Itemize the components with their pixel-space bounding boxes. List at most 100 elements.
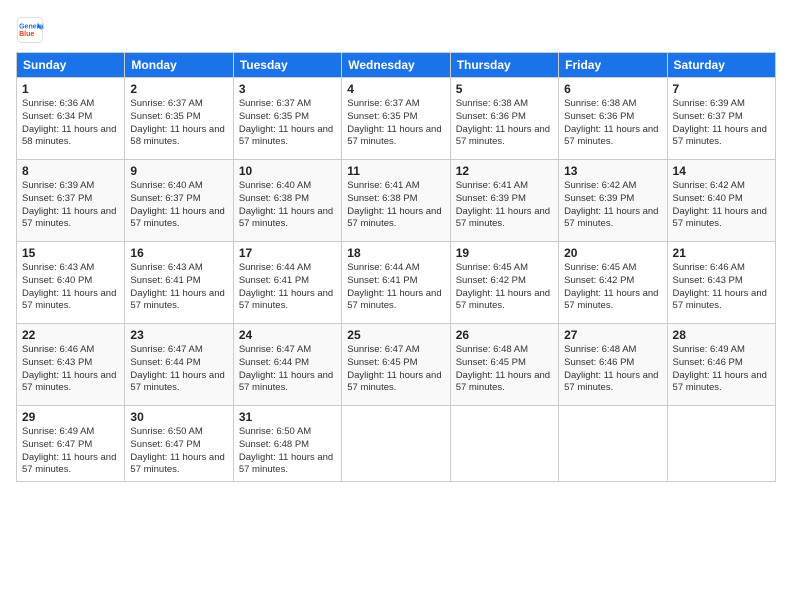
day-number: 25 <box>347 328 444 342</box>
day-detail: Sunrise: 6:38 AMSunset: 6:36 PMDaylight:… <box>456 98 553 149</box>
calendar-cell: 11Sunrise: 6:41 AMSunset: 6:38 PMDayligh… <box>342 160 450 242</box>
calendar-cell: 12 Sunrise: 6:41 AMSunset: 6:39 PMDayligh… <box>450 160 558 242</box>
calendar-cell: 20 Sunrise: 6:45 AMSunset: 6:42 PMDayligh… <box>559 242 667 324</box>
calendar-cell: 26 Sunrise: 6:48 AMSunset: 6:45 PMDayligh… <box>450 324 558 406</box>
day-number: 30 <box>130 410 227 424</box>
day-detail: Sunrise: 6:40 AMSunset: 6:38 PMDaylight:… <box>239 180 336 231</box>
day-number: 23 <box>130 328 227 342</box>
day-number: 24 <box>239 328 336 342</box>
day-number: 20 <box>564 246 661 260</box>
calendar-cell <box>450 406 558 482</box>
week-row: 29Sunrise: 6:49 AMSunset: 6:47 PMDayligh… <box>17 406 776 482</box>
day-detail: Sunrise: 6:37 AMSunset: 6:35 PMDaylight:… <box>239 98 336 149</box>
day-number: 8 <box>22 164 119 178</box>
day-detail: Sunrise: 6:47 AMSunset: 6:44 PMDaylight:… <box>239 344 336 395</box>
day-number: 12 <box>456 164 553 178</box>
day-detail: Sunrise: 6:43 AMSunset: 6:41 PMDaylight:… <box>130 262 227 313</box>
calendar-cell: 1 Sunrise: 6:36 AMSunset: 6:34 PMDaylight… <box>17 78 125 160</box>
day-detail: Sunrise: 6:42 AMSunset: 6:40 PMDaylight:… <box>673 180 770 231</box>
day-detail: Sunrise: 6:44 AMSunset: 6:41 PMDaylight:… <box>347 262 444 313</box>
day-detail: Sunrise: 6:41 AMSunset: 6:39 PMDaylight:… <box>456 180 553 231</box>
day-detail: Sunrise: 6:48 AMSunset: 6:46 PMDaylight:… <box>564 344 661 395</box>
day-detail: Sunrise: 6:47 AMSunset: 6:44 PMDaylight:… <box>130 344 227 395</box>
calendar-cell: 23 Sunrise: 6:47 AMSunset: 6:44 PMDayligh… <box>125 324 233 406</box>
calendar-cell: 8 Sunrise: 6:39 AMSunset: 6:37 PMDaylight… <box>17 160 125 242</box>
calendar-cell: 14 Sunrise: 6:42 AMSunset: 6:40 PMDayligh… <box>667 160 775 242</box>
day-number: 28 <box>673 328 770 342</box>
day-detail: Sunrise: 6:50 AMSunset: 6:48 PMDaylight:… <box>239 426 336 477</box>
week-row: 15Sunrise: 6:43 AMSunset: 6:40 PMDayligh… <box>17 242 776 324</box>
day-number: 9 <box>130 164 227 178</box>
day-detail: Sunrise: 6:39 AMSunset: 6:37 PMDaylight:… <box>673 98 770 149</box>
day-detail: Sunrise: 6:43 AMSunset: 6:40 PMDaylight:… <box>22 262 119 313</box>
day-number: 31 <box>239 410 336 424</box>
calendar-cell: 10 Sunrise: 6:40 AMSunset: 6:38 PMDayligh… <box>233 160 341 242</box>
calendar-cell: 17 Sunrise: 6:44 AMSunset: 6:41 PMDayligh… <box>233 242 341 324</box>
day-number: 13 <box>564 164 661 178</box>
calendar-cell: 2 Sunrise: 6:37 AMSunset: 6:35 PMDaylight… <box>125 78 233 160</box>
day-detail: Sunrise: 6:49 AMSunset: 6:47 PMDaylight:… <box>22 426 119 477</box>
calendar-cell: 28 Sunrise: 6:49 AMSunset: 6:46 PMDayligh… <box>667 324 775 406</box>
weekday-header: Wednesday <box>342 53 450 78</box>
day-detail: Sunrise: 6:45 AMSunset: 6:42 PMDaylight:… <box>564 262 661 313</box>
calendar-cell: 27 Sunrise: 6:48 AMSunset: 6:46 PMDayligh… <box>559 324 667 406</box>
day-number: 18 <box>347 246 444 260</box>
logo-icon: General Blue <box>16 16 44 44</box>
calendar-cell: 30Sunrise: 6:50 AMSunset: 6:47 PMDayligh… <box>125 406 233 482</box>
day-number: 10 <box>239 164 336 178</box>
day-detail: Sunrise: 6:38 AMSunset: 6:36 PMDaylight:… <box>564 98 661 149</box>
day-detail: Sunrise: 6:37 AMSunset: 6:35 PMDaylight:… <box>130 98 227 149</box>
day-detail: Sunrise: 6:44 AMSunset: 6:41 PMDaylight:… <box>239 262 336 313</box>
calendar-cell: 4 Sunrise: 6:37 AMSunset: 6:35 PMDaylight… <box>342 78 450 160</box>
day-detail: Sunrise: 6:37 AMSunset: 6:35 PMDaylight:… <box>347 98 444 149</box>
calendar-cell: 18 Sunrise: 6:44 AMSunset: 6:41 PMDayligh… <box>342 242 450 324</box>
week-row: 1 Sunrise: 6:36 AMSunset: 6:34 PMDaylight… <box>17 78 776 160</box>
day-number: 26 <box>456 328 553 342</box>
calendar-cell: 21 Sunrise: 6:46 AMSunset: 6:43 PMDayligh… <box>667 242 775 324</box>
day-detail: Sunrise: 6:40 AMSunset: 6:37 PMDaylight:… <box>130 180 227 231</box>
calendar-cell: 15Sunrise: 6:43 AMSunset: 6:40 PMDayligh… <box>17 242 125 324</box>
day-detail: Sunrise: 6:39 AMSunset: 6:37 PMDaylight:… <box>22 180 119 231</box>
day-number: 5 <box>456 82 553 96</box>
day-number: 14 <box>673 164 770 178</box>
weekday-header: Tuesday <box>233 53 341 78</box>
calendar-cell: 6Sunrise: 6:38 AMSunset: 6:36 PMDaylight… <box>559 78 667 160</box>
day-number: 21 <box>673 246 770 260</box>
calendar-cell <box>667 406 775 482</box>
calendar-cell: 9 Sunrise: 6:40 AMSunset: 6:37 PMDaylight… <box>125 160 233 242</box>
weekday-header: Sunday <box>17 53 125 78</box>
week-row: 8 Sunrise: 6:39 AMSunset: 6:37 PMDaylight… <box>17 160 776 242</box>
day-detail: Sunrise: 6:45 AMSunset: 6:42 PMDaylight:… <box>456 262 553 313</box>
week-row: 22Sunrise: 6:46 AMSunset: 6:43 PMDayligh… <box>17 324 776 406</box>
page-container: General Blue SundayMondayTuesdayWednesda… <box>0 0 792 490</box>
day-number: 1 <box>22 82 119 96</box>
day-number: 17 <box>239 246 336 260</box>
calendar-cell: 25 Sunrise: 6:47 AMSunset: 6:45 PMDayligh… <box>342 324 450 406</box>
calendar-cell: 16 Sunrise: 6:43 AMSunset: 6:41 PMDayligh… <box>125 242 233 324</box>
weekday-header: Thursday <box>450 53 558 78</box>
day-detail: Sunrise: 6:36 AMSunset: 6:34 PMDaylight:… <box>22 98 119 149</box>
day-number: 2 <box>130 82 227 96</box>
header: General Blue <box>16 16 776 44</box>
day-number: 16 <box>130 246 227 260</box>
weekday-header: Monday <box>125 53 233 78</box>
day-detail: Sunrise: 6:49 AMSunset: 6:46 PMDaylight:… <box>673 344 770 395</box>
day-number: 19 <box>456 246 553 260</box>
calendar-cell <box>342 406 450 482</box>
day-number: 3 <box>239 82 336 96</box>
calendar-cell <box>559 406 667 482</box>
calendar-table: SundayMondayTuesdayWednesdayThursdayFrid… <box>16 52 776 482</box>
day-detail: Sunrise: 6:48 AMSunset: 6:45 PMDaylight:… <box>456 344 553 395</box>
calendar-cell: 29Sunrise: 6:49 AMSunset: 6:47 PMDayligh… <box>17 406 125 482</box>
calendar-cell: 19 Sunrise: 6:45 AMSunset: 6:42 PMDayligh… <box>450 242 558 324</box>
day-detail: Sunrise: 6:46 AMSunset: 6:43 PMDaylight:… <box>22 344 119 395</box>
day-detail: Sunrise: 6:46 AMSunset: 6:43 PMDaylight:… <box>673 262 770 313</box>
calendar-cell: 5 Sunrise: 6:38 AMSunset: 6:36 PMDaylight… <box>450 78 558 160</box>
calendar-cell: 7Sunrise: 6:39 AMSunset: 6:37 PMDaylight… <box>667 78 775 160</box>
day-number: 4 <box>347 82 444 96</box>
svg-text:Blue: Blue <box>19 31 34 38</box>
day-number: 27 <box>564 328 661 342</box>
day-detail: Sunrise: 6:47 AMSunset: 6:45 PMDaylight:… <box>347 344 444 395</box>
weekday-header: Saturday <box>667 53 775 78</box>
calendar-cell: 3 Sunrise: 6:37 AMSunset: 6:35 PMDaylight… <box>233 78 341 160</box>
